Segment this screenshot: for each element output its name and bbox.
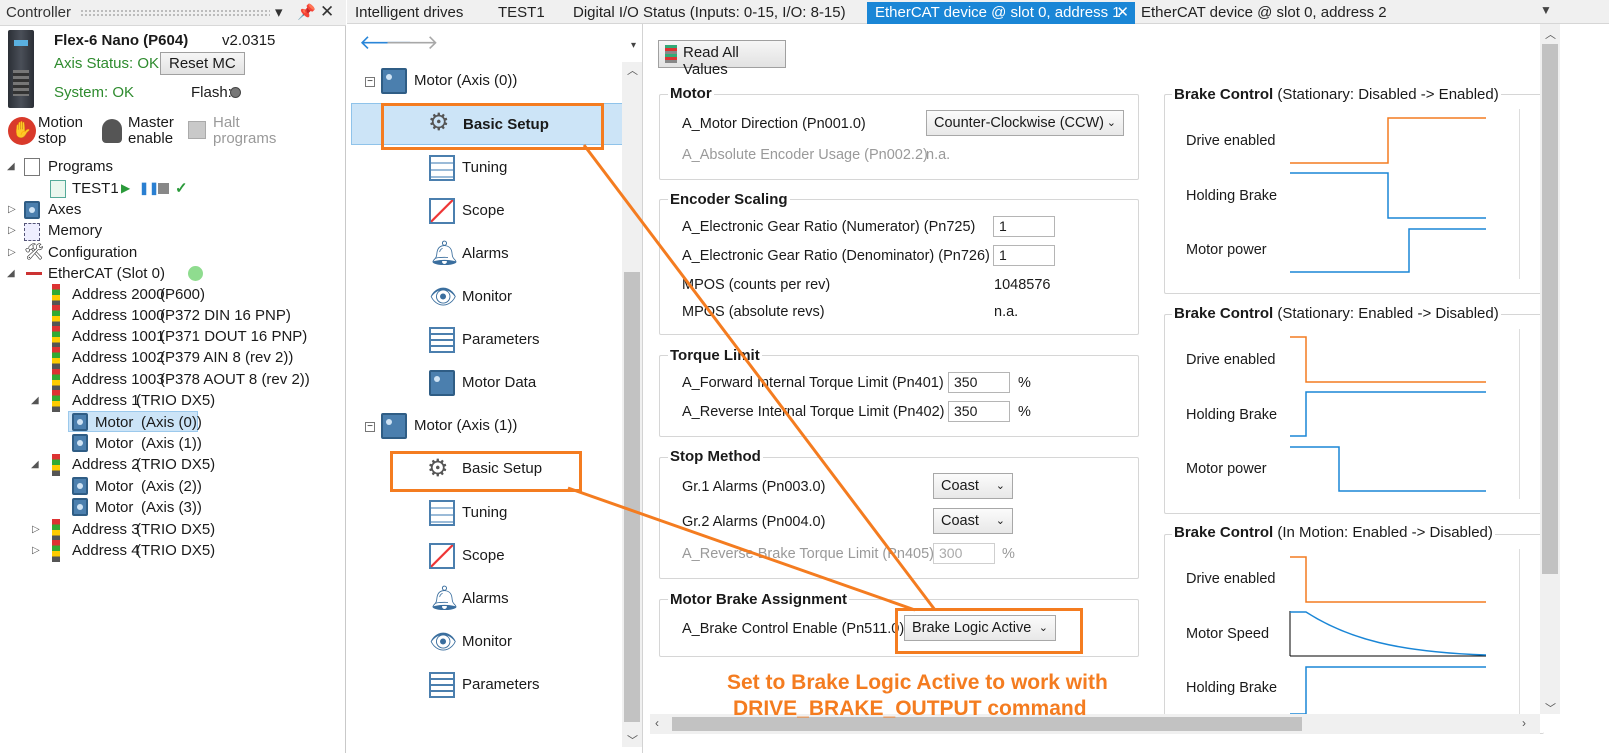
annotation-arrows: [567, 144, 937, 612]
annotation-line-2: [567, 486, 916, 612]
annotation-line-1: [582, 144, 937, 611]
annotation-box-basic-setup-0: [381, 103, 604, 150]
annotation-text-line-1: Set to Brake Logic Active to work with: [727, 671, 1108, 694]
annotation-box-basic-setup-1: [390, 451, 582, 492]
annotation-text-line-2: DRIVE_BRAKE_OUTPUT command: [733, 697, 1087, 720]
annotation-box-brake-dropdown: [895, 608, 1083, 654]
